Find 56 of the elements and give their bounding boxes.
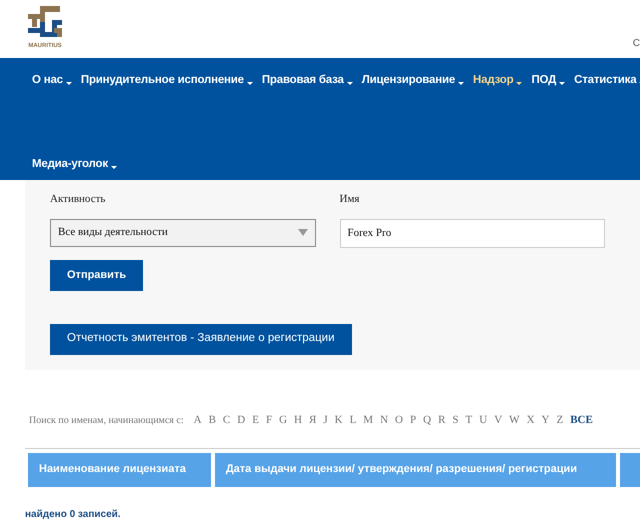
letter-link[interactable]: F: [266, 412, 272, 428]
nav-item[interactable]: Принудительное исполнение: [80, 72, 253, 90]
header-link[interactable]: С: [632, 36, 640, 51]
column-header: Наименование лицензиата: [28, 452, 211, 486]
nav-item[interactable]: Лицензирование: [362, 72, 464, 90]
column-header: [620, 452, 640, 486]
caret-icon: [458, 80, 464, 85]
letter-link[interactable]: Я: [308, 412, 316, 428]
caret-icon: [516, 80, 522, 85]
field-label: Активность: [50, 192, 106, 207]
letter-link[interactable]: T: [466, 412, 472, 428]
name-field[interactable]: Forex Pro: [340, 218, 605, 248]
caret-icon: [346, 80, 353, 85]
field-label: Имя: [340, 192, 360, 207]
letter-link[interactable]: C: [222, 412, 230, 428]
letter-link[interactable]: P: [410, 412, 416, 428]
letter-link[interactable]: ВСЕ: [570, 412, 593, 428]
letter-link[interactable]: B: [208, 412, 216, 428]
letter-link[interactable]: K: [334, 412, 343, 428]
caret-icon: [110, 164, 117, 169]
caret-icon: [559, 80, 566, 85]
letter-link[interactable]: W: [509, 412, 520, 428]
result-count: найдено 0 записей.: [25, 508, 122, 522]
letter-link[interactable]: G: [279, 412, 288, 428]
letter-link[interactable]: L: [350, 412, 356, 428]
letter-link[interactable]: E: [252, 412, 259, 428]
letter-link[interactable]: O: [395, 412, 403, 428]
letter-link[interactable]: R: [438, 412, 446, 428]
logo-icon: [28, 4, 62, 40]
nav-item[interactable]: Правовая база: [262, 72, 353, 90]
nav-item[interactable]: О нас: [32, 72, 72, 90]
letter-link[interactable]: Q: [423, 412, 432, 428]
letter-link[interactable]: V: [494, 412, 502, 428]
letter-link[interactable]: X: [526, 412, 535, 428]
letter-link[interactable]: Z: [556, 412, 564, 428]
letter-link[interactable]: U: [479, 412, 488, 428]
nav-item[interactable]: Надзор: [473, 72, 522, 90]
letter-link[interactable]: H: [294, 412, 302, 428]
activity-select[interactable]: Все виды деятельности: [50, 218, 316, 246]
dropdown-icon: [298, 229, 308, 236]
letter-link[interactable]: J: [323, 412, 328, 428]
column-header: Дата выдачи лицензии/ утверждения/ разрешения/ регистрации: [214, 452, 616, 486]
alphabet-label: Поиск по именам, начинающимся с:: [29, 414, 184, 428]
letter-link[interactable]: D: [237, 412, 246, 428]
nav-item[interactable]: Статистика: [574, 72, 640, 90]
letter-link[interactable]: M: [363, 412, 374, 428]
report-button[interactable]: Отчетность эмитентов - Заявление о регистрации: [50, 324, 352, 354]
letter-link[interactable]: Y: [542, 412, 550, 428]
nav-item[interactable]: Медиа-уголок: [32, 156, 117, 174]
nav-item[interactable]: ПОД: [531, 72, 566, 90]
caret-icon: [246, 80, 253, 85]
caret-icon: [66, 80, 72, 85]
letter-link[interactable]: N: [380, 412, 388, 428]
letter-link[interactable]: A: [194, 412, 202, 428]
letter-link[interactable]: S: [452, 412, 459, 428]
submit-button[interactable]: Отправить: [50, 260, 144, 290]
